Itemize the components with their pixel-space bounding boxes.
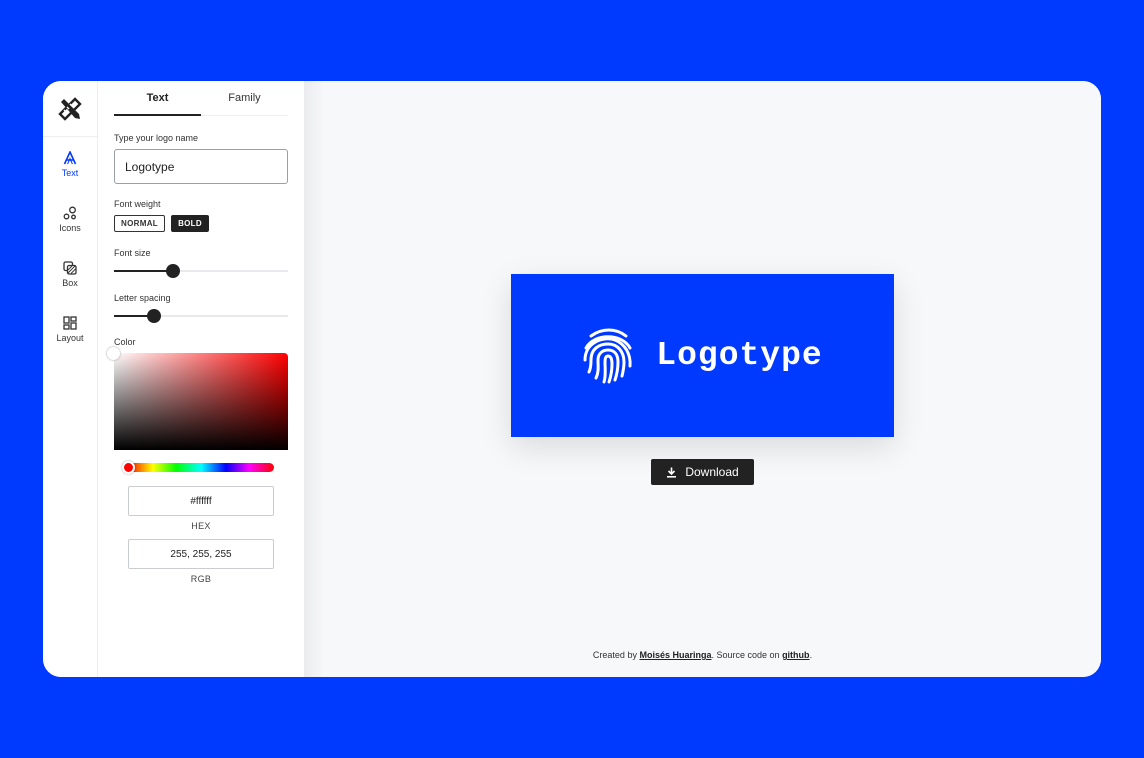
text-icon [63,151,77,165]
saturation-picker-thumb[interactable] [107,347,120,360]
weight-bold-button[interactable]: BOLD [171,215,209,232]
weight-normal-button[interactable]: NORMAL [114,215,165,232]
font-weight-label: Font weight [114,199,161,209]
tab-text[interactable]: Text [114,81,201,116]
letter-spacing-label: Letter spacing [114,293,171,303]
color-saturation-picker[interactable] [114,353,288,450]
hex-label: HEX [191,521,211,531]
font-size-label: Font size [114,248,151,258]
sidebar-item-label: Box [62,278,78,288]
slider-thumb[interactable] [166,264,181,278]
sidebar-item-label: Text [61,168,79,178]
letter-spacing-slider[interactable] [114,309,288,323]
panel-tabs: Text Family [114,81,288,116]
color-label: Color [114,337,136,347]
sidebar-item-layout[interactable]: Layout [43,302,97,357]
credits-middle: . Source code on [711,650,780,660]
slider-fill [114,270,174,272]
logo-text: Logotype [656,337,823,374]
fingerprint-icon [583,328,632,383]
shapes-icon [63,206,76,220]
download-label: Download [685,465,739,479]
sidebar-item-label: Layout [56,333,84,343]
download-button[interactable]: Download [651,459,754,485]
logo-name-input[interactable] [114,149,288,184]
footer-credits: Created by Moisés Huaringa. Source code … [304,650,1101,660]
author-link[interactable]: Moisés Huaringa [639,650,711,660]
preview-area: Logotype Download Created by Moisés Huar… [304,81,1101,677]
rgb-label: RGB [190,574,212,584]
download-icon [667,467,677,478]
hex-input[interactable] [128,486,274,516]
sidebar: Text Icons Box Layout [43,81,98,677]
credits-suffix: . [809,650,813,660]
github-link[interactable]: github [782,650,810,660]
settings-panel: Text Family Type your logo name Font wei… [98,81,304,677]
rgb-input[interactable] [128,539,274,569]
slider-thumb[interactable] [147,309,162,323]
credits-prefix: Created by [592,650,637,660]
tab-family[interactable]: Family [201,81,288,115]
hue-slider-thumb[interactable] [122,461,135,474]
sidebar-item-icons[interactable]: Icons [43,192,97,247]
design-tools-icon [58,96,82,121]
logo-preview: Logotype [511,274,894,437]
font-size-slider[interactable] [114,264,288,278]
sidebar-item-box[interactable]: Box [43,247,97,302]
app-logo [43,81,97,137]
app-window: Text Icons Box Layout Text Family Type y… [43,81,1101,677]
layers-icon [63,261,77,275]
layout-grid-icon [63,316,77,330]
logo-name-label: Type your logo name [114,133,199,143]
sidebar-item-text[interactable]: Text [43,137,97,192]
sidebar-item-label: Icons [59,223,81,233]
hue-slider[interactable] [128,463,274,472]
